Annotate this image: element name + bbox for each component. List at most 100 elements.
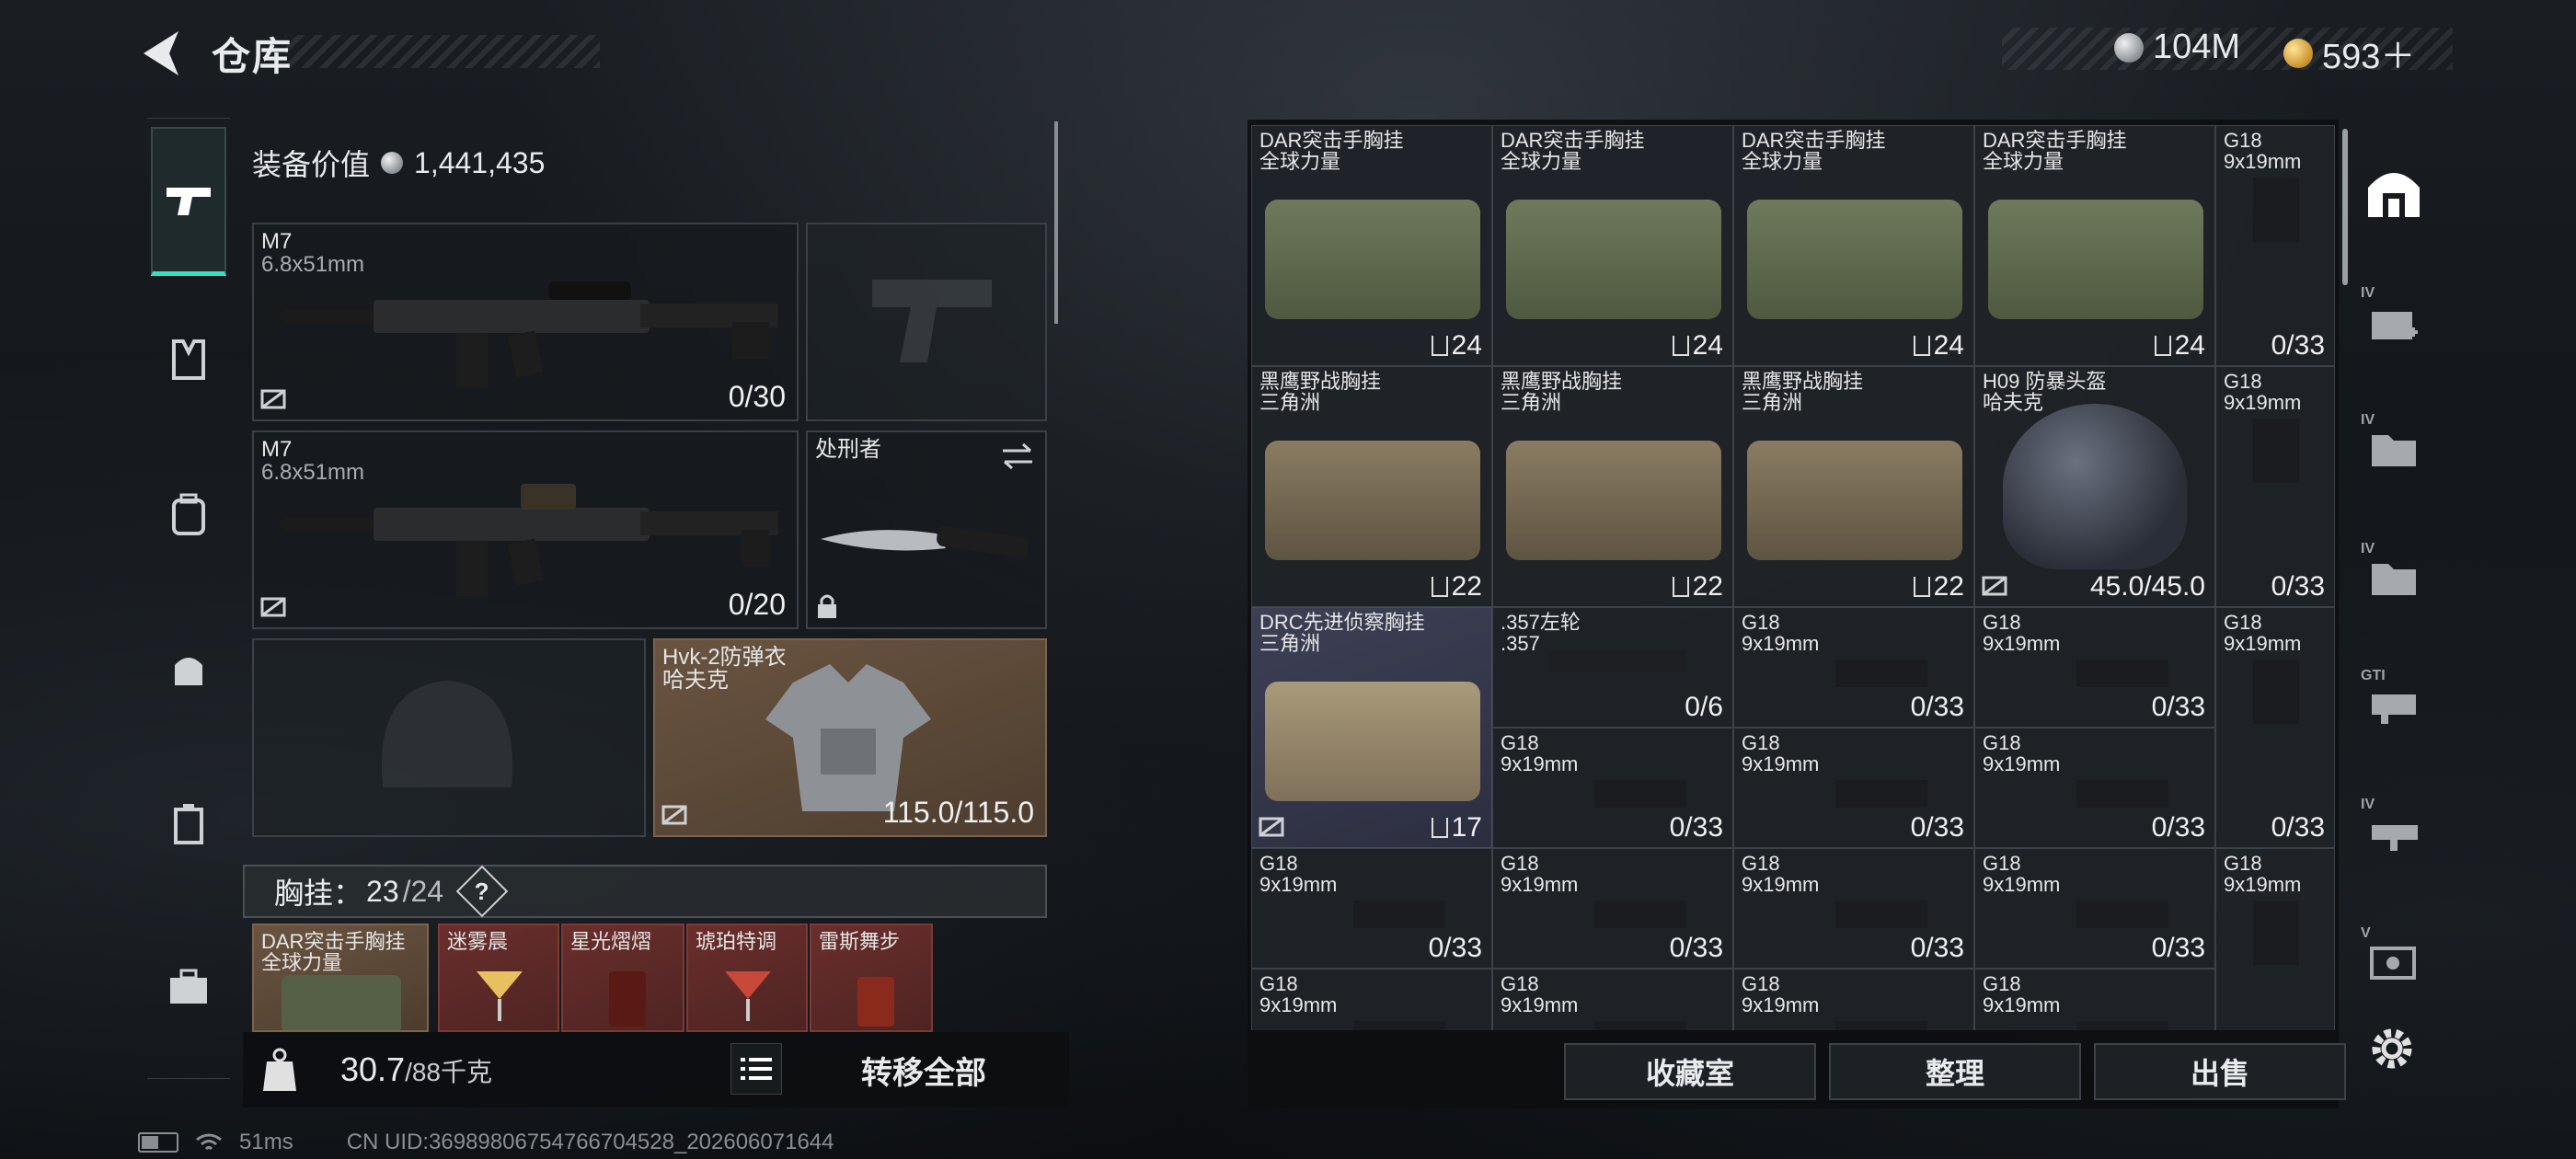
vest-slot-icon: [1913, 577, 1930, 597]
chest-rig-image: [1747, 441, 1962, 560]
rail-item-filter-4[interactable]: GTI: [2357, 668, 2431, 741]
equipment-value: 装备价值 1,441,435: [252, 142, 545, 184]
rail-item-toolbox[interactable]: [151, 949, 226, 1025]
storage-item[interactable]: G18 9x19mm: [1974, 969, 2215, 1030]
equipment-value-label: 装备价值: [252, 148, 371, 181]
item-count-value: 0/33: [2151, 692, 2205, 722]
loadout-scrollbar[interactable]: [1054, 121, 1058, 324]
weapon-ammo: 0/30: [728, 380, 786, 413]
pistol-image: [2076, 901, 2168, 928]
rail-item-filter-3[interactable]: IV: [2357, 541, 2431, 614]
swap-icon[interactable]: [999, 442, 1036, 471]
item-name: G18: [2224, 129, 2262, 152]
storage-item[interactable]: DRC先进侦察胸挂 三角洲 17: [1251, 607, 1492, 848]
item-sub: 三角洲: [1259, 391, 1321, 415]
storage-item[interactable]: G189x19mm0/33: [1492, 728, 1733, 848]
item-label: DAR突击手胸挂 全球力量: [261, 931, 405, 973]
sell-button[interactable]: 出售: [2094, 1043, 2346, 1100]
chest-rig-item[interactable]: DAR突击手胸挂 全球力量: [252, 924, 429, 1032]
case-icon: [174, 804, 203, 844]
primary-weapon-slot-1[interactable]: M7 6.8x51mm 0/30: [252, 223, 799, 421]
helmet-slot[interactable]: [252, 638, 646, 837]
vest-slot-icon: [1431, 577, 1448, 597]
storage-item[interactable]: 黑鹰野战胸挂 三角洲 22: [1733, 366, 1974, 607]
storage-item[interactable]: G18 9x19mm: [1492, 969, 1733, 1030]
consumable-item[interactable]: 雷斯舞步: [810, 924, 933, 1032]
rail-item-weapons[interactable]: [151, 127, 226, 276]
rail-item-helmet-bag[interactable]: [151, 631, 226, 706]
pistol-image: [1594, 780, 1686, 808]
item-sub: 9x19mm: [2224, 391, 2302, 415]
storage-item[interactable]: G189x19mm0/33: [2215, 848, 2335, 1030]
storage-item[interactable]: DAR突击手胸挂 全球力量 24: [1733, 125, 1974, 366]
storage-item[interactable]: G189x19mm0/33: [2215, 125, 2335, 366]
back-button[interactable]: [138, 28, 184, 79]
helmet-image: [2003, 404, 2187, 569]
storage-item[interactable]: G189x19mm0/33: [2215, 607, 2335, 848]
item-name: G18: [1259, 972, 1298, 995]
melee-slot[interactable]: 处刑者: [806, 430, 1047, 629]
currency-silver[interactable]: 104M: [2114, 28, 2240, 67]
item-capacity: 17: [1431, 812, 1482, 843]
storage-item[interactable]: .357左轮 .357 0/6: [1492, 607, 1733, 728]
storage-item[interactable]: G189x19mm0/33: [2215, 366, 2335, 607]
storage-item[interactable]: DAR突击手胸挂 全球力量 24: [1492, 125, 1733, 366]
pistol-image: [1835, 1021, 1927, 1030]
currency-gold[interactable]: 593＋: [2283, 28, 2415, 78]
storage-scrollbar[interactable]: [2342, 129, 2348, 285]
rail-item-filter-6[interactable]: V: [2357, 925, 2431, 999]
rail-item-filter-2[interactable]: IV: [2357, 412, 2431, 486]
item-name: 琥珀特调: [696, 930, 777, 953]
storage-item[interactable]: DAR突击手胸挂 全球力量 24: [1251, 125, 1492, 366]
storage-item[interactable]: G189x19mm0/33: [1251, 969, 1492, 1030]
rail-item-safe[interactable]: [2357, 156, 2431, 230]
settings-button[interactable]: [2364, 1021, 2420, 1076]
secondary-weapon-slot[interactable]: [806, 223, 1047, 421]
consumable-item[interactable]: 迷雾晨: [438, 924, 559, 1032]
storage-item[interactable]: 黑鹰野战胸挂 三角洲 22: [1492, 366, 1733, 607]
item-count-value: 0/33: [1910, 692, 1964, 722]
chest-rig-image: [1265, 441, 1480, 560]
item-count-value: 0/33: [1669, 933, 1723, 963]
storage-item[interactable]: DAR突击手胸挂 全球力量 24: [1974, 125, 2215, 366]
storage-item[interactable]: G189x19mm0/33: [1251, 848, 1492, 969]
vest-icon: [172, 339, 205, 380]
rail-item-backpack[interactable]: [151, 476, 226, 552]
rail-item-case[interactable]: [151, 786, 226, 861]
storage-item[interactable]: G189x19mm0/33: [1974, 848, 2215, 969]
storage-item[interactable]: 黑鹰野战胸挂 三角洲 22: [1251, 366, 1492, 607]
rail-item-filter-1[interactable]: IV: [2357, 285, 2431, 359]
item-ammo: 0/33: [2152, 933, 2205, 964]
consumable-item[interactable]: 琥珀特调: [686, 924, 808, 1032]
list-view-button[interactable]: [730, 1043, 782, 1095]
armor-slot[interactable]: Hvk-2防弹衣 哈夫克 115.0/115.0: [653, 638, 1047, 837]
storage-item[interactable]: G189x19mm0/33: [1733, 848, 1974, 969]
item-sub: 三角洲: [1501, 391, 1562, 415]
item-name: G18: [1983, 972, 2021, 995]
item-count-value: 17: [1451, 812, 1482, 843]
carry-weight: 30.7/88千克: [340, 1050, 492, 1089]
rail-item-filter-5[interactable]: IV: [2357, 797, 2431, 870]
sort-button[interactable]: 整理: [1829, 1043, 2081, 1100]
storage-item[interactable]: G189x19mm0/33: [1492, 848, 1733, 969]
consumable-item[interactable]: 星光熠熠: [561, 924, 684, 1032]
loadout-panel: 装备价值 1,441,435 M7 6.8x51mm 0/30 M7 6.8x5…: [243, 121, 1058, 1032]
storage-item[interactable]: H09 防暴头盔 哈夫克 45.0/45.0: [1974, 366, 2215, 607]
primary-weapon-slot-2[interactable]: M7 6.8x51mm 0/20: [252, 430, 799, 629]
collection-room-button[interactable]: 收藏室: [1564, 1043, 1816, 1100]
rail-item-chest-rig[interactable]: [151, 322, 226, 397]
storage-item[interactable]: G189x19mm0/33: [1733, 728, 1974, 848]
insurance-icon: [260, 597, 286, 617]
transfer-all-button[interactable]: 转移全部: [795, 1039, 1052, 1100]
storage-item[interactable]: G189x19mm0/33: [1974, 607, 2215, 728]
storage-item[interactable]: G18 9x19mm: [1733, 969, 1974, 1030]
item-sub: 9x19mm: [1501, 993, 1579, 1017]
help-icon[interactable]: ?: [455, 865, 509, 918]
carry-weight-max: /88千克: [405, 1058, 493, 1086]
storage-item[interactable]: G189x19mm0/33: [1974, 728, 2215, 848]
item-sub: 9x19mm: [1742, 632, 1820, 656]
insurance-icon: [260, 389, 286, 409]
item-name: G18: [1501, 731, 1539, 754]
storage-item[interactable]: G189x19mm0/33: [1733, 607, 1974, 728]
pistol-placeholder-icon: [872, 280, 992, 362]
